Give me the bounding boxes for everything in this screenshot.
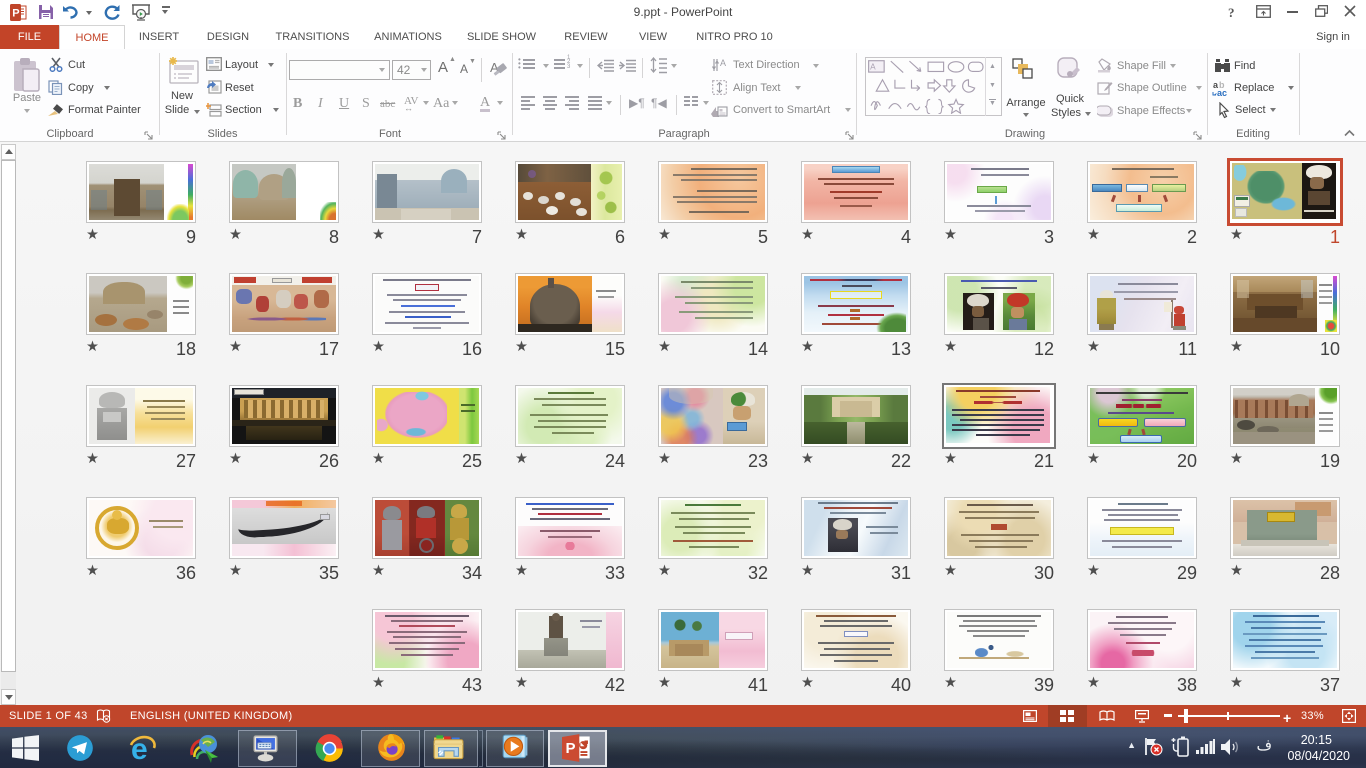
svg-text:ac: ac: [1217, 88, 1227, 97]
svg-text:A: A: [720, 58, 726, 68]
svg-text:A: A: [870, 62, 876, 71]
svg-text:P: P: [565, 740, 575, 757]
